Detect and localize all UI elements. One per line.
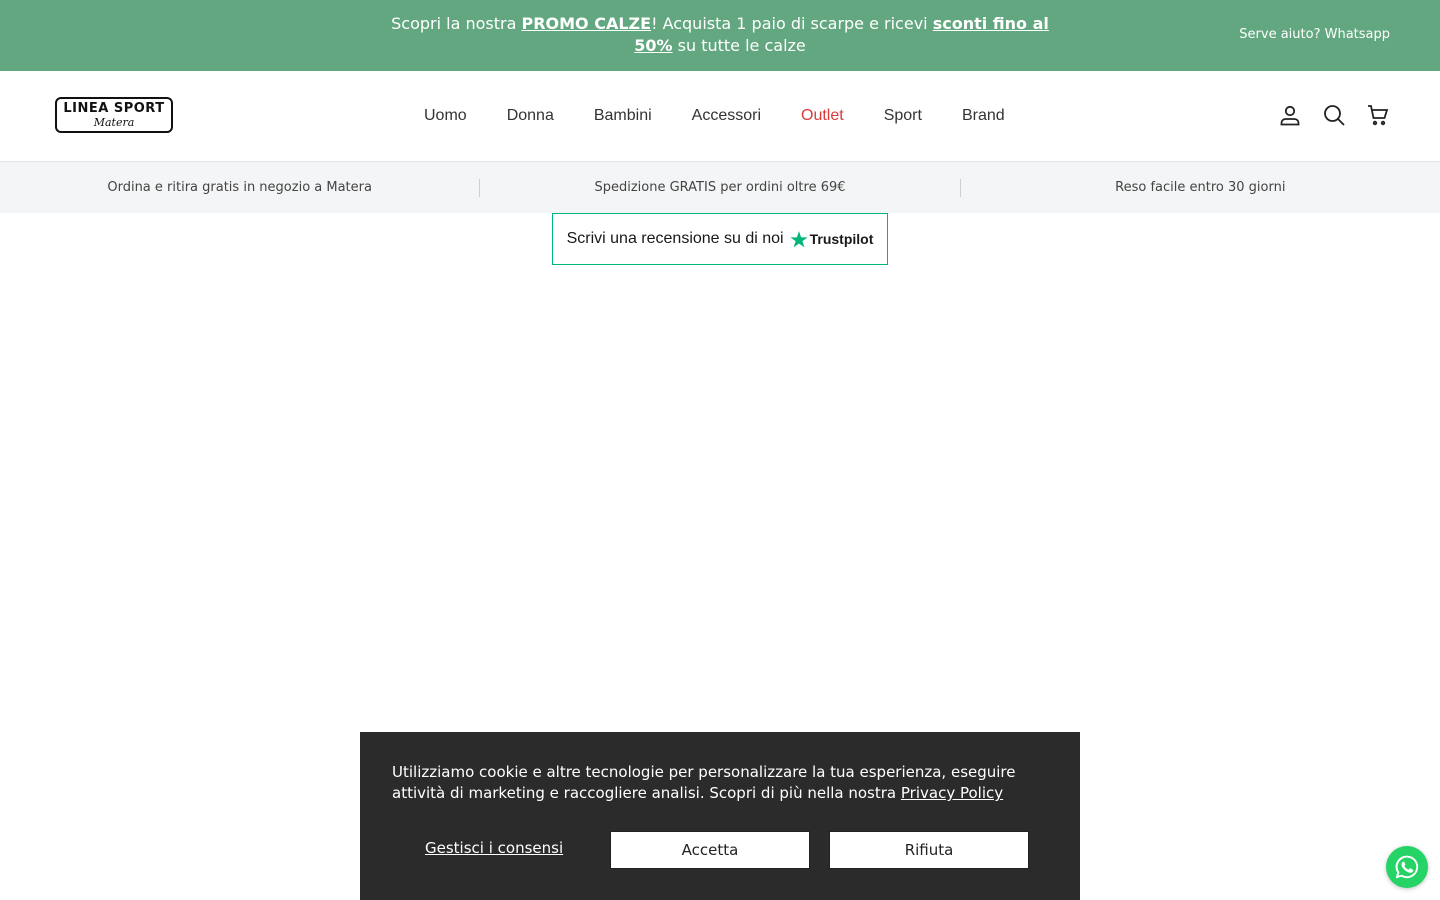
accept-button[interactable]: Accetta	[610, 831, 810, 869]
trustpilot-star-icon	[789, 231, 808, 248]
announcement-text: Scopri la nostra PROMO CALZE! Acquista 1…	[380, 13, 1060, 57]
nav-item-accessori[interactable]: Accessori	[672, 105, 781, 127]
usp-bar: Ordina e ritira gratis in negozio a Mate…	[0, 162, 1440, 213]
cookie-actions: Gestisci i consensi Accetta Rifiuta	[392, 831, 1029, 869]
reject-button[interactable]: Rifiuta	[829, 831, 1029, 869]
cookie-text: Utilizziamo cookie e altre tecnologie pe…	[392, 762, 1048, 804]
account-icon[interactable]	[1278, 103, 1302, 127]
header-icons	[1278, 103, 1390, 127]
announcement-prefix: Scopri la nostra	[391, 14, 522, 33]
whatsapp-chat-button[interactable]	[1386, 846, 1428, 888]
logo-sub-text: Matera	[93, 116, 135, 129]
nav-item-outlet[interactable]: Outlet	[781, 105, 864, 127]
trustpilot-review-button[interactable]: Scrivi una recensione su di noi Trustpil…	[552, 213, 888, 265]
logo-main-text: LINEA SPORT	[63, 101, 165, 116]
whatsapp-icon	[1395, 855, 1419, 879]
usp-pickup: Ordina e ritira gratis in negozio a Mate…	[107, 180, 372, 195]
manage-consents-link[interactable]: Gestisci i consensi	[425, 839, 563, 857]
nav-item-donna[interactable]: Donna	[487, 105, 574, 127]
usp-easy-returns: Reso facile entro 30 giorni	[1115, 180, 1286, 195]
announcement-suffix: su tutte le calze	[672, 36, 806, 55]
promo-calze-link[interactable]: PROMO CALZE	[521, 14, 651, 33]
nav-item-brand[interactable]: Brand	[942, 105, 1025, 127]
usp-free-shipping: Spedizione GRATIS per ordini oltre 69€	[594, 180, 846, 195]
privacy-policy-link[interactable]: Privacy Policy	[901, 784, 1003, 802]
trustpilot-brand: Trustpilot	[789, 230, 874, 248]
site-header: LINEA SPORT Matera Uomo Donna Bambini Ac…	[0, 71, 1440, 162]
search-icon[interactable]	[1322, 103, 1346, 127]
nav-item-bambini[interactable]: Bambini	[574, 105, 672, 127]
trustpilot-text: Scrivi una recensione su di noi	[566, 230, 784, 247]
cookie-banner: Utilizziamo cookie e altre tecnologie pe…	[360, 732, 1080, 900]
nav-item-sport[interactable]: Sport	[864, 105, 942, 127]
cart-icon[interactable]	[1366, 103, 1390, 127]
logo[interactable]: LINEA SPORT Matera	[55, 97, 173, 133]
announcement-bar: Scopri la nostra PROMO CALZE! Acquista 1…	[0, 0, 1440, 71]
main-nav: Uomo Donna Bambini Accessori Outlet Spor…	[404, 105, 1025, 127]
announcement-middle: ! Acquista 1 paio di scarpe e ricevi	[651, 14, 933, 33]
whatsapp-help-link[interactable]: Serve aiuto? Whatsapp	[1239, 27, 1390, 42]
trustpilot-brand-label: Trustpilot	[809, 231, 874, 247]
nav-item-uomo[interactable]: Uomo	[404, 105, 487, 127]
